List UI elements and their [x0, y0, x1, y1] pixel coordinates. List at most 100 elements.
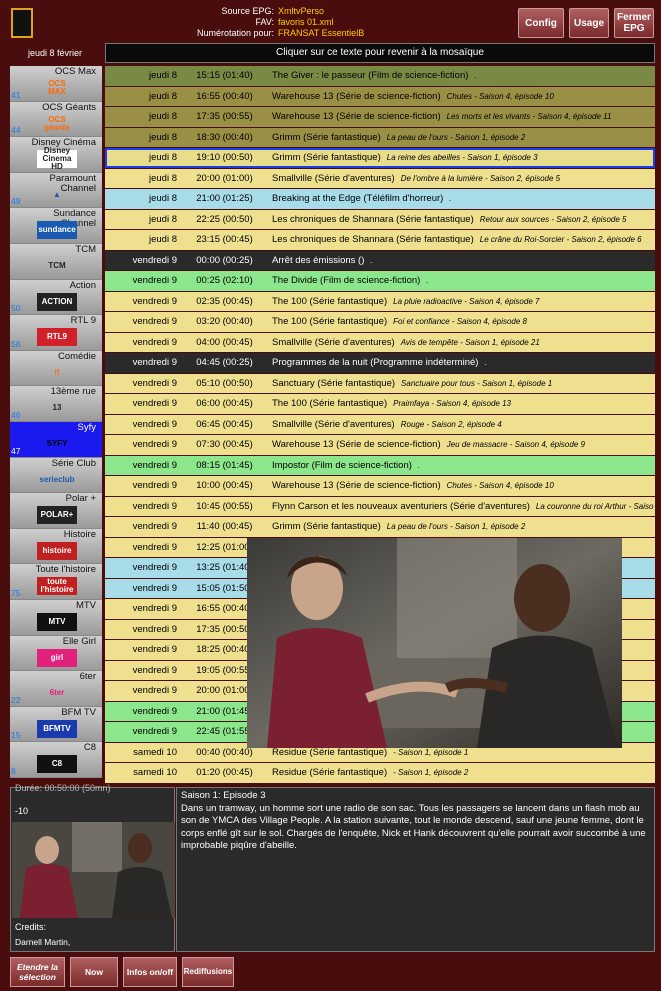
programme-day: jeudi 8	[149, 90, 177, 102]
channel-logo: BFMTV	[37, 719, 77, 738]
programme-row[interactable]: vendredi 9 10:00 (00:45) Warehouse 13 (Sér…	[105, 476, 655, 496]
programme-time: 00:40 (00:40)	[196, 746, 253, 758]
programme-day: vendredi 9	[132, 562, 177, 574]
programme-row[interactable]: samedi 10 01:20 (00:45) Residue (Série fan…	[105, 763, 655, 783]
channel-item[interactable]: 6ter 6ter 22	[10, 671, 102, 707]
programme-row[interactable]: jeudi 8 17:35 (00:55) Warehouse 13 (Série …	[105, 107, 655, 127]
programme-time: 06:00 (00:45)	[196, 398, 253, 410]
programme-row[interactable]: vendredi 9 08:15 (01:45) Impostor (Film de…	[105, 455, 655, 475]
programme-row[interactable]: jeudi 8 23:15 (00:45) Les chroniques de Sh…	[105, 230, 655, 250]
programme-episode: Jeu de massacre - Saison 4, épisode 9	[446, 440, 585, 450]
programme-episode: Les morts et les vivants - Saison 4, épi…	[446, 112, 612, 122]
channel-logo: histoire	[37, 541, 77, 560]
close-epg-button[interactable]: Fermer EPG	[614, 8, 654, 38]
channel-item[interactable]: OCS Max OCS MAX 41	[10, 66, 102, 102]
programme-day: vendredi 9	[132, 664, 177, 676]
programme-title: Breaking at the Edge (Téléfilm d'horreur…	[272, 193, 444, 205]
programme-day: vendredi 9	[132, 603, 177, 615]
usage-button[interactable]: Usage	[569, 8, 609, 38]
channel-item[interactable]: Elle Girl girl	[10, 635, 102, 672]
programme-time: 23:15 (00:45)	[196, 234, 253, 246]
programme-row[interactable]: vendredi 9 02:35 (00:45) The 100 (Série fa…	[105, 291, 655, 311]
channel-item[interactable]: MTV MTV	[10, 599, 102, 636]
programme-row[interactable]: vendredi 9 06:00 (00:45) The 100 (Série fa…	[105, 394, 655, 414]
programme-row[interactable]: vendredi 9 00:00 (00:25) Arrêt des émissio…	[105, 250, 655, 270]
programme-row[interactable]: vendredi 9 05:10 (00:50) Sanctuary (Série …	[105, 373, 655, 393]
extend-selection-button[interactable]: Etendre la sélection	[10, 957, 65, 987]
programme-day: vendredi 9	[132, 459, 177, 471]
channel-name: C8	[83, 742, 96, 754]
channel-item[interactable]: C8 C8 8	[10, 742, 102, 778]
infos-toggle-button[interactable]: Infos on/off	[123, 957, 177, 987]
channel-item[interactable]: Sundance Channel sundance	[10, 208, 102, 244]
programme-time: 03:20 (00:40)	[196, 316, 253, 328]
programme-time: 19:10 (00:50)	[196, 152, 253, 164]
programme-episode: La pluie radioactive - Saison 4, épisode…	[393, 296, 540, 306]
programme-episode: Chutes - Saison 4, épisode 10	[446, 481, 554, 491]
channel-item[interactable]: TCM TCM	[10, 243, 102, 280]
channel-item[interactable]: Action ACTION 50	[10, 279, 102, 316]
programme-thumbnail	[12, 822, 175, 918]
channel-item[interactable]: Disney Cinéma Disney Cinema HD	[10, 137, 102, 173]
programme-row[interactable]: vendredi 9 06:45 (00:45) Smallville (Série…	[105, 414, 655, 434]
channel-item[interactable]: OCS Géants OCS géants 44	[10, 101, 102, 138]
programme-title: Residue (Série fantastique)	[272, 767, 388, 779]
programme-row[interactable]: vendredi 9 03:20 (00:40) The 100 (Série fa…	[105, 312, 655, 332]
programme-row[interactable]: jeudi 8 20:00 (01:00) Smallville (Série d'…	[105, 168, 655, 188]
rebroadcasts-button[interactable]: Rediffusions	[182, 957, 234, 987]
programme-day: vendredi 9	[132, 377, 177, 389]
rating-text: -10	[15, 806, 29, 816]
channel-item[interactable]: Polar + POLAR+	[10, 493, 102, 529]
channel-item[interactable]: Série Club serieclub	[10, 457, 102, 494]
programme-row[interactable]: vendredi 9 04:45 (00:25) Programmes de la …	[105, 353, 655, 373]
channel-name: Toute l'histoire	[35, 564, 96, 576]
programme-row[interactable]: jeudi 8 19:10 (00:50) Grimm (Série fantast…	[105, 148, 655, 168]
source-value: XmltvPerso	[278, 6, 325, 16]
channel-number: 22	[11, 694, 21, 705]
programme-row[interactable]: vendredi 9 07:30 (00:45) Warehouse 13 (Sér…	[105, 435, 655, 455]
programme-day: vendredi 9	[132, 357, 177, 369]
channel-item[interactable]: Syfy SYFY 47	[10, 421, 102, 458]
programme-time: 16:55 (00:40)	[196, 90, 253, 102]
programme-episode: Foi et confiance - Saison 4, épisode 8	[393, 317, 527, 327]
numbering-label: Numérotation pour:	[196, 28, 274, 38]
channel-item[interactable]: Comédie!!	[10, 350, 102, 387]
programme-episode: Chutes - Saison 4, épisode 10	[446, 91, 554, 101]
return-to-mosaic-link[interactable]: Cliquer sur ce texte pour revenir à la m…	[105, 43, 655, 63]
programme-day: jeudi 8	[149, 234, 177, 246]
channel-item[interactable]: Paramount Channel ▲ 49	[10, 172, 102, 209]
channel-item[interactable]: RTL 9 RTL9 58	[10, 315, 102, 351]
programme-time: 11:40 (00:45)	[196, 521, 253, 533]
config-button[interactable]: Config	[518, 8, 564, 38]
channel-name: 13ème rue	[50, 386, 96, 398]
programme-row[interactable]: jeudi 8 21:00 (01:25) Breaking at the Edge…	[105, 189, 655, 209]
programme-title: Arrêt des émissions ()	[272, 254, 365, 266]
programme-episode: - Saison 1, épisode 2	[393, 768, 469, 778]
channel-number: 47	[11, 445, 21, 456]
programme-row[interactable]: vendredi 9 04:00 (00:45) Smallville (Série…	[105, 332, 655, 352]
programme-row[interactable]: jeudi 8 22:25 (00:50) Les chroniques de Sh…	[105, 209, 655, 229]
now-button[interactable]: Now	[70, 957, 118, 987]
channel-item[interactable]: Histoire histoire	[10, 528, 102, 565]
programme-episode: Praimfaya - Saison 4, épisode 13	[393, 399, 511, 409]
programme-row[interactable]: vendredi 9 10:45 (00:55) Flynn Carson et l…	[105, 496, 655, 516]
programme-time: 01:20 (00:45)	[196, 767, 253, 779]
programme-row[interactable]: vendredi 9 11:40 (00:45) Grimm (Série fant…	[105, 517, 655, 537]
programme-day: samedi 10	[133, 746, 177, 758]
programme-title: Grimm (Série fantastique)	[272, 131, 381, 143]
programme-row[interactable]: jeudi 8 16:55 (00:40) Warehouse 13 (Série …	[105, 86, 655, 106]
programme-title: Warehouse 13 (Série de science-fiction)	[272, 111, 441, 123]
channel-logo: SYFY	[46, 438, 68, 448]
programme-episode: .	[370, 255, 373, 265]
channel-item[interactable]: 13ème rue 13 46	[10, 386, 102, 422]
programme-time: 06:45 (00:45)	[196, 418, 253, 430]
programme-row[interactable]: jeudi 8 18:30 (00:40) Grimm (Série fantast…	[105, 127, 655, 147]
channel-name: Elle Girl	[62, 635, 96, 647]
channel-name: MTV	[75, 599, 96, 611]
channel-name: TCM	[75, 243, 96, 255]
programme-day: jeudi 8	[149, 70, 177, 82]
programme-row[interactable]: jeudi 8 15:15 (01:40) The Giver : le passe…	[105, 66, 655, 86]
channel-item[interactable]: Toute l'histoire toute l'histoire 75	[10, 564, 102, 600]
channel-item[interactable]: BFM TV BFMTV 15	[10, 706, 102, 743]
programme-row[interactable]: vendredi 9 00:25 (02:10) The Divide (Film …	[105, 271, 655, 291]
